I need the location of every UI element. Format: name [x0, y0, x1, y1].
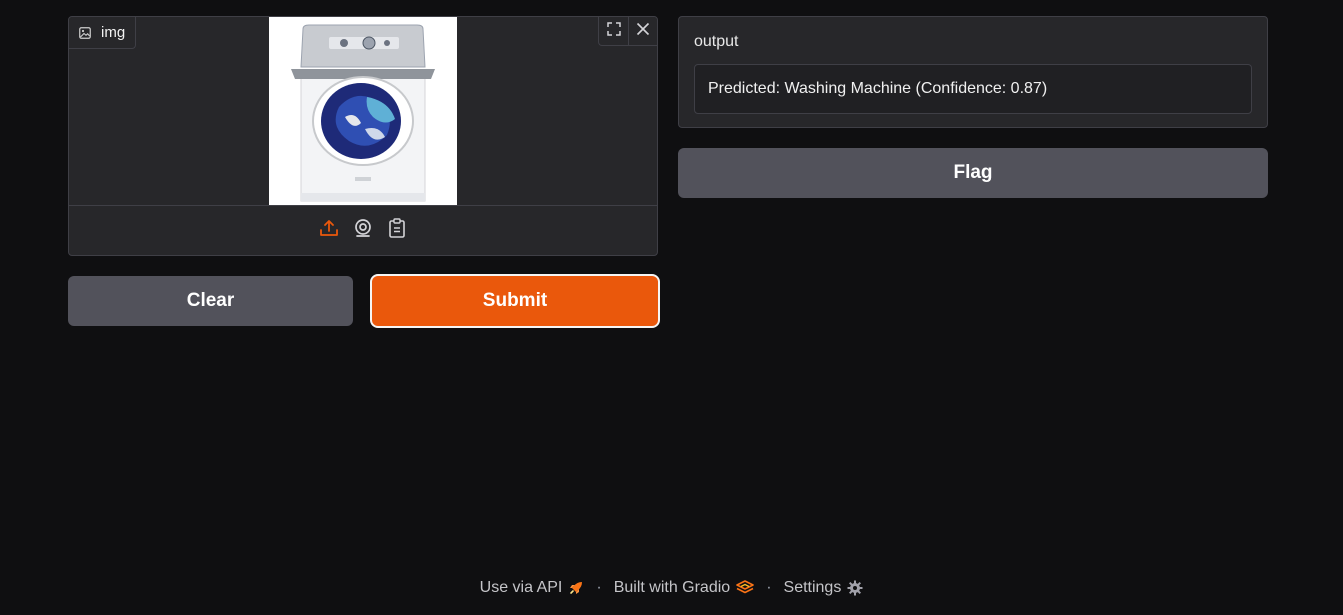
washing-machine-image: [269, 17, 457, 205]
flag-button[interactable]: Flag: [678, 148, 1268, 198]
image-input[interactable]: img: [68, 16, 658, 256]
gear-icon: [847, 580, 863, 596]
built-with-gradio-link[interactable]: Built with Gradio: [614, 579, 755, 597]
footer-separator: ·: [766, 579, 772, 596]
fullscreen-icon: [606, 21, 621, 41]
output-textbox[interactable]: Predicted: Washing Machine (Confidence: …: [694, 64, 1252, 114]
clipboard-icon: [388, 218, 406, 243]
use-via-api-text: Use via API: [479, 579, 563, 596]
image-preview: [269, 17, 457, 205]
gradio-logo-icon: [736, 580, 754, 596]
use-via-api-link[interactable]: Use via API: [480, 579, 585, 597]
image-icon: [79, 26, 91, 39]
image-input-label: img: [69, 17, 137, 49]
settings-link[interactable]: Settings: [784, 579, 864, 597]
webcam-icon: [353, 218, 373, 243]
settings-text: Settings: [783, 579, 842, 596]
remove-image-button[interactable]: [628, 17, 657, 45]
submit-button[interactable]: Submit: [372, 276, 658, 326]
image-source-bar: [69, 205, 657, 255]
clear-button[interactable]: Clear: [68, 276, 353, 326]
built-with-gradio-text: Built with Gradio: [613, 579, 731, 596]
image-input-label-text: img: [101, 24, 126, 41]
footer-separator: ·: [596, 579, 602, 596]
output-label: output: [694, 33, 739, 50]
clipboard-source-button[interactable]: [387, 218, 407, 243]
rocket-icon: [568, 580, 584, 596]
upload-icon: [319, 218, 339, 243]
webcam-source-button[interactable]: [353, 218, 373, 243]
app-root: img Clear Submit output Predicted: Washi…: [0, 0, 1343, 615]
close-icon: [636, 22, 650, 41]
image-corner-controls: [598, 17, 657, 46]
fullscreen-button[interactable]: [599, 17, 628, 45]
upload-source-button[interactable]: [319, 218, 339, 243]
footer: Use via API · Built with Gradio · Settin…: [0, 576, 1343, 600]
output-block: output Predicted: Washing Machine (Confi…: [678, 16, 1268, 128]
